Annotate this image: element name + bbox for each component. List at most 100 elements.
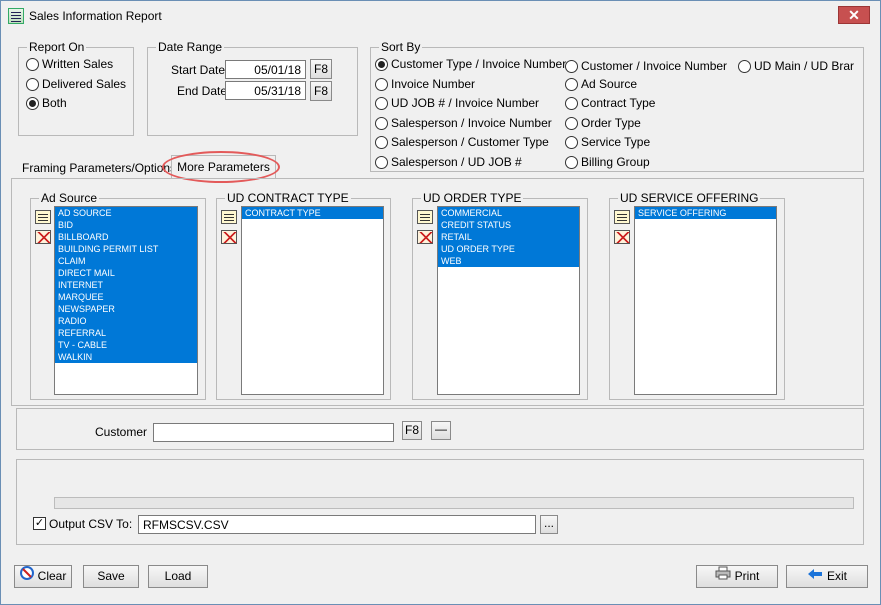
- list-item[interactable]: WEB: [438, 255, 579, 267]
- radio-delivered-sales-dot[interactable]: [26, 77, 39, 91]
- list-item[interactable]: BILLBOARD: [55, 231, 197, 243]
- sort-invoice-number[interactable]: Invoice Number: [375, 77, 475, 91]
- sort-billing-group[interactable]: Billing Group: [565, 155, 650, 169]
- list-item[interactable]: BID: [55, 219, 197, 231]
- list-item[interactable]: CLAIM: [55, 255, 197, 267]
- radio-written-sales-dot[interactable]: [26, 57, 39, 71]
- ad-source-list[interactable]: AD SOURCE BID BILLBOARD BUILDING PERMIT …: [54, 206, 198, 395]
- contract-type-list[interactable]: CONTRACT TYPE: [241, 206, 384, 395]
- list-item[interactable]: CONTRACT TYPE: [242, 207, 383, 219]
- list-item[interactable]: CREDIT STATUS: [438, 219, 579, 231]
- clear-button-label: Clear: [37, 569, 67, 583]
- list-item[interactable]: MARQUEE: [55, 291, 197, 303]
- list-item[interactable]: AD SOURCE: [55, 207, 197, 219]
- list-item[interactable]: DIRECT MAIL: [55, 267, 197, 279]
- clear-selection-icon[interactable]: [221, 230, 237, 244]
- clear-button[interactable]: Clear: [14, 565, 72, 588]
- sort-salesperson-customer-type[interactable]: Salesperson / Customer Type: [375, 135, 549, 149]
- list-item[interactable]: RETAIL: [438, 231, 579, 243]
- browse-button[interactable]: ...: [540, 515, 558, 534]
- list-item[interactable]: NEWSPAPER: [55, 303, 197, 315]
- sort-ud-job-invoice[interactable]: UD JOB # / Invoice Number: [375, 96, 539, 110]
- sort-salesperson-ud-job[interactable]: Salesperson / UD JOB #: [375, 155, 522, 169]
- sort-ud-main-brar-dot[interactable]: [738, 59, 751, 73]
- sort-option-label: Customer / Invoice Number: [581, 59, 728, 73]
- customer-input[interactable]: [153, 423, 394, 442]
- sort-customer-type-invoice-dot[interactable]: [375, 57, 388, 71]
- sort-customer-invoice-dot[interactable]: [565, 59, 578, 73]
- list-item[interactable]: INTERNET: [55, 279, 197, 291]
- customer-f8-button[interactable]: F8: [402, 421, 422, 440]
- sort-salesperson-customer-type-dot[interactable]: [375, 135, 388, 149]
- load-button[interactable]: Load: [148, 565, 208, 588]
- exit-arrow-icon: [807, 566, 823, 587]
- print-button[interactable]: Print: [696, 565, 778, 588]
- clear-selection-icon[interactable]: [614, 230, 630, 244]
- list-item[interactable]: COMMERCIAL: [438, 207, 579, 219]
- service-offering-title: UD SERVICE OFFERING: [618, 191, 761, 205]
- printer-icon: [715, 566, 731, 587]
- order-type-title: UD ORDER TYPE: [421, 191, 524, 205]
- radio-written-sales[interactable]: Written Sales: [26, 57, 113, 71]
- clear-selection-icon[interactable]: [417, 230, 433, 244]
- sort-option-label: Billing Group: [581, 155, 650, 169]
- sort-contract-type[interactable]: Contract Type: [565, 96, 655, 110]
- sort-ud-main-brar[interactable]: UD Main / UD Brar: [738, 59, 854, 73]
- end-date-input[interactable]: 05/31/18: [225, 81, 306, 100]
- list-item[interactable]: WALKIN: [55, 351, 197, 363]
- sort-salesperson-invoice-dot[interactable]: [375, 116, 388, 130]
- sort-ud-job-invoice-dot[interactable]: [375, 96, 388, 110]
- end-date-f8-button[interactable]: F8: [310, 81, 332, 101]
- list-item[interactable]: REFERRAL: [55, 327, 197, 339]
- list-item[interactable]: SERVICE OFFERING: [635, 207, 776, 219]
- sort-option-label: Customer Type / Invoice Number: [391, 57, 567, 71]
- tab-framing-parameters[interactable]: Framing Parameters/Options: [22, 161, 176, 175]
- radio-delivered-sales-label: Delivered Sales: [42, 77, 127, 91]
- sort-order-type[interactable]: Order Type: [565, 116, 641, 130]
- customer-label: Customer: [95, 425, 148, 439]
- service-offering-list[interactable]: SERVICE OFFERING: [634, 206, 777, 395]
- radio-both-label: Both: [42, 96, 67, 110]
- select-all-icon[interactable]: [614, 210, 630, 224]
- sort-contract-type-dot[interactable]: [565, 96, 578, 110]
- start-date-f8-button[interactable]: F8: [310, 59, 332, 79]
- output-csv-input[interactable]: RFMSCSV.CSV: [138, 515, 536, 534]
- customer-clear-button[interactable]: —: [431, 421, 451, 440]
- output-csv-checkbox[interactable]: ✓: [33, 517, 46, 530]
- sort-option-label: Order Type: [581, 116, 641, 130]
- sort-by-title: Sort By: [379, 40, 423, 54]
- list-item[interactable]: TV - CABLE: [55, 339, 197, 351]
- sort-option-label: Contract Type: [581, 96, 656, 110]
- sort-salesperson-ud-job-dot[interactable]: [375, 155, 388, 169]
- list-item[interactable]: UD ORDER TYPE: [438, 243, 579, 255]
- start-date-input[interactable]: 05/01/18: [225, 60, 306, 79]
- sort-customer-invoice[interactable]: Customer / Invoice Number: [565, 59, 727, 73]
- sort-option-label: Salesperson / UD JOB #: [391, 155, 522, 169]
- sort-ad-source[interactable]: Ad Source: [565, 77, 637, 91]
- sort-salesperson-invoice[interactable]: Salesperson / Invoice Number: [375, 116, 552, 130]
- clear-selection-icon[interactable]: [35, 230, 51, 244]
- list-item[interactable]: BUILDING PERMIT LIST: [55, 243, 197, 255]
- sort-customer-type-invoice[interactable]: Customer Type / Invoice Number: [375, 57, 566, 71]
- select-all-icon[interactable]: [417, 210, 433, 224]
- radio-both[interactable]: Both: [26, 96, 67, 110]
- select-all-icon[interactable]: [221, 210, 237, 224]
- window-title: Sales Information Report: [29, 9, 162, 23]
- radio-delivered-sales[interactable]: Delivered Sales: [26, 77, 126, 91]
- exit-button[interactable]: Exit: [786, 565, 868, 588]
- sort-service-type-dot[interactable]: [565, 135, 578, 149]
- list-item[interactable]: RADIO: [55, 315, 197, 327]
- sort-billing-group-dot[interactable]: [565, 155, 578, 169]
- sort-ad-source-dot[interactable]: [565, 77, 578, 91]
- report-on-title: Report On: [27, 40, 87, 54]
- select-all-icon[interactable]: [35, 210, 51, 224]
- order-type-list[interactable]: COMMERCIAL CREDIT STATUS RETAIL UD ORDER…: [437, 206, 580, 395]
- sort-order-type-dot[interactable]: [565, 116, 578, 130]
- radio-both-dot[interactable]: [26, 96, 39, 110]
- sort-invoice-number-dot[interactable]: [375, 77, 388, 91]
- close-button[interactable]: ✕: [838, 6, 870, 24]
- save-button[interactable]: Save: [83, 565, 139, 588]
- start-date-label: Start Date: [171, 63, 226, 77]
- sort-service-type[interactable]: Service Type: [565, 135, 650, 149]
- sort-option-label: Invoice Number: [391, 77, 476, 91]
